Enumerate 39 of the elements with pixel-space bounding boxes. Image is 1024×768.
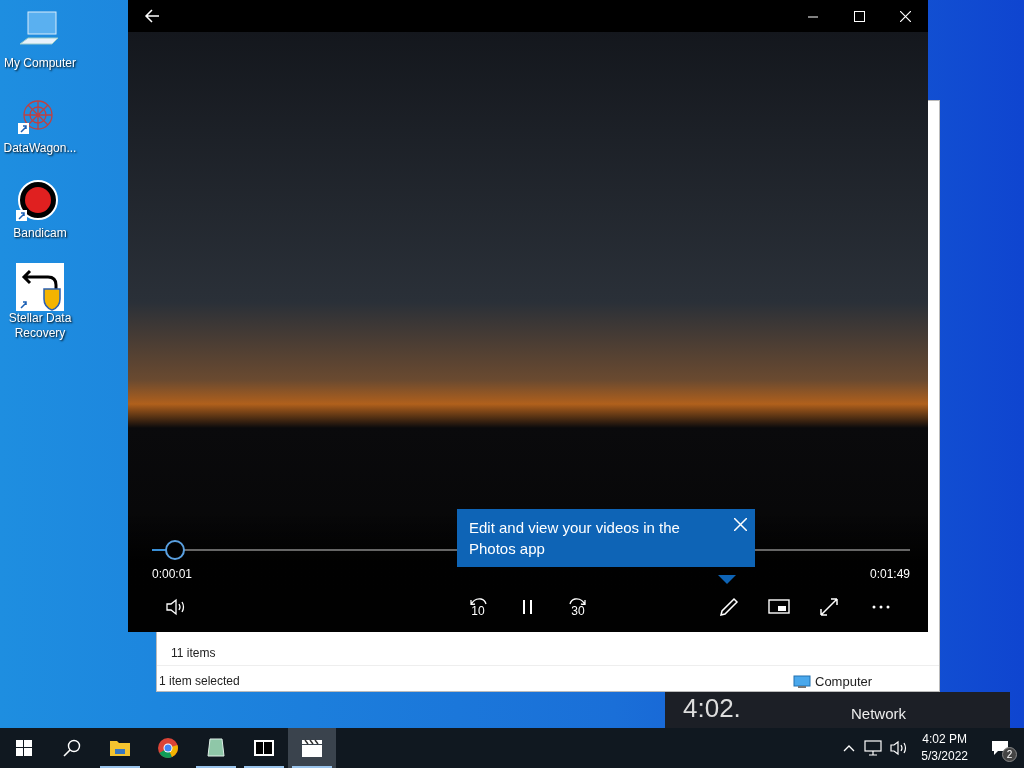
notification-count: 2 xyxy=(1002,747,1017,762)
icon-label[interactable]: My Computer xyxy=(4,56,76,71)
undo-shield-icon[interactable] xyxy=(14,263,66,311)
close-icon xyxy=(734,518,747,531)
selection-status: 1 item selected xyxy=(159,673,240,690)
icon-label[interactable]: Bandicam xyxy=(13,226,67,241)
notifications-icon xyxy=(991,740,1009,756)
forward-button[interactable]: 30 xyxy=(564,594,592,620)
icon-label[interactable]: Stellar Data Recovery xyxy=(0,311,80,341)
elapsed-time: 0:00:01 xyxy=(152,566,193,583)
icon-label[interactable]: DataWagon... xyxy=(3,141,77,156)
forward-icon xyxy=(569,597,587,605)
clock-text: 4:02. xyxy=(683,695,741,721)
clapperboard-icon[interactable] xyxy=(288,728,336,768)
clock[interactable]: 4:02 PM 5/3/2022 xyxy=(913,731,976,765)
edit-icon xyxy=(718,596,740,618)
item-count: 11 items xyxy=(171,645,216,662)
tooltip-text: Edit and view your videos in the Photos app xyxy=(469,519,680,557)
mini-view-icon xyxy=(768,598,790,616)
search-icon xyxy=(63,739,81,757)
show-hidden-icons-icon xyxy=(843,744,856,752)
close-button[interactable] xyxy=(734,518,747,531)
notifications-button[interactable]: 2 xyxy=(976,728,1024,768)
back-icon xyxy=(144,9,160,23)
location-label: Computer xyxy=(815,673,873,691)
more-icon xyxy=(871,604,891,610)
pause-icon xyxy=(522,599,534,615)
maximize-icon xyxy=(853,10,865,22)
network-label: Network xyxy=(851,706,906,723)
rewind-icon xyxy=(469,597,487,605)
tooltip-pointer xyxy=(718,575,736,585)
start-icon xyxy=(16,740,32,756)
rewind-button[interactable]: 10 xyxy=(464,594,492,620)
fullscreen-icon xyxy=(819,597,839,617)
close-icon xyxy=(899,10,911,22)
total-time: 0:01:49 xyxy=(869,566,910,583)
back-button[interactable] xyxy=(144,9,160,23)
computer-icon xyxy=(793,674,811,689)
volume-icon xyxy=(165,598,187,616)
